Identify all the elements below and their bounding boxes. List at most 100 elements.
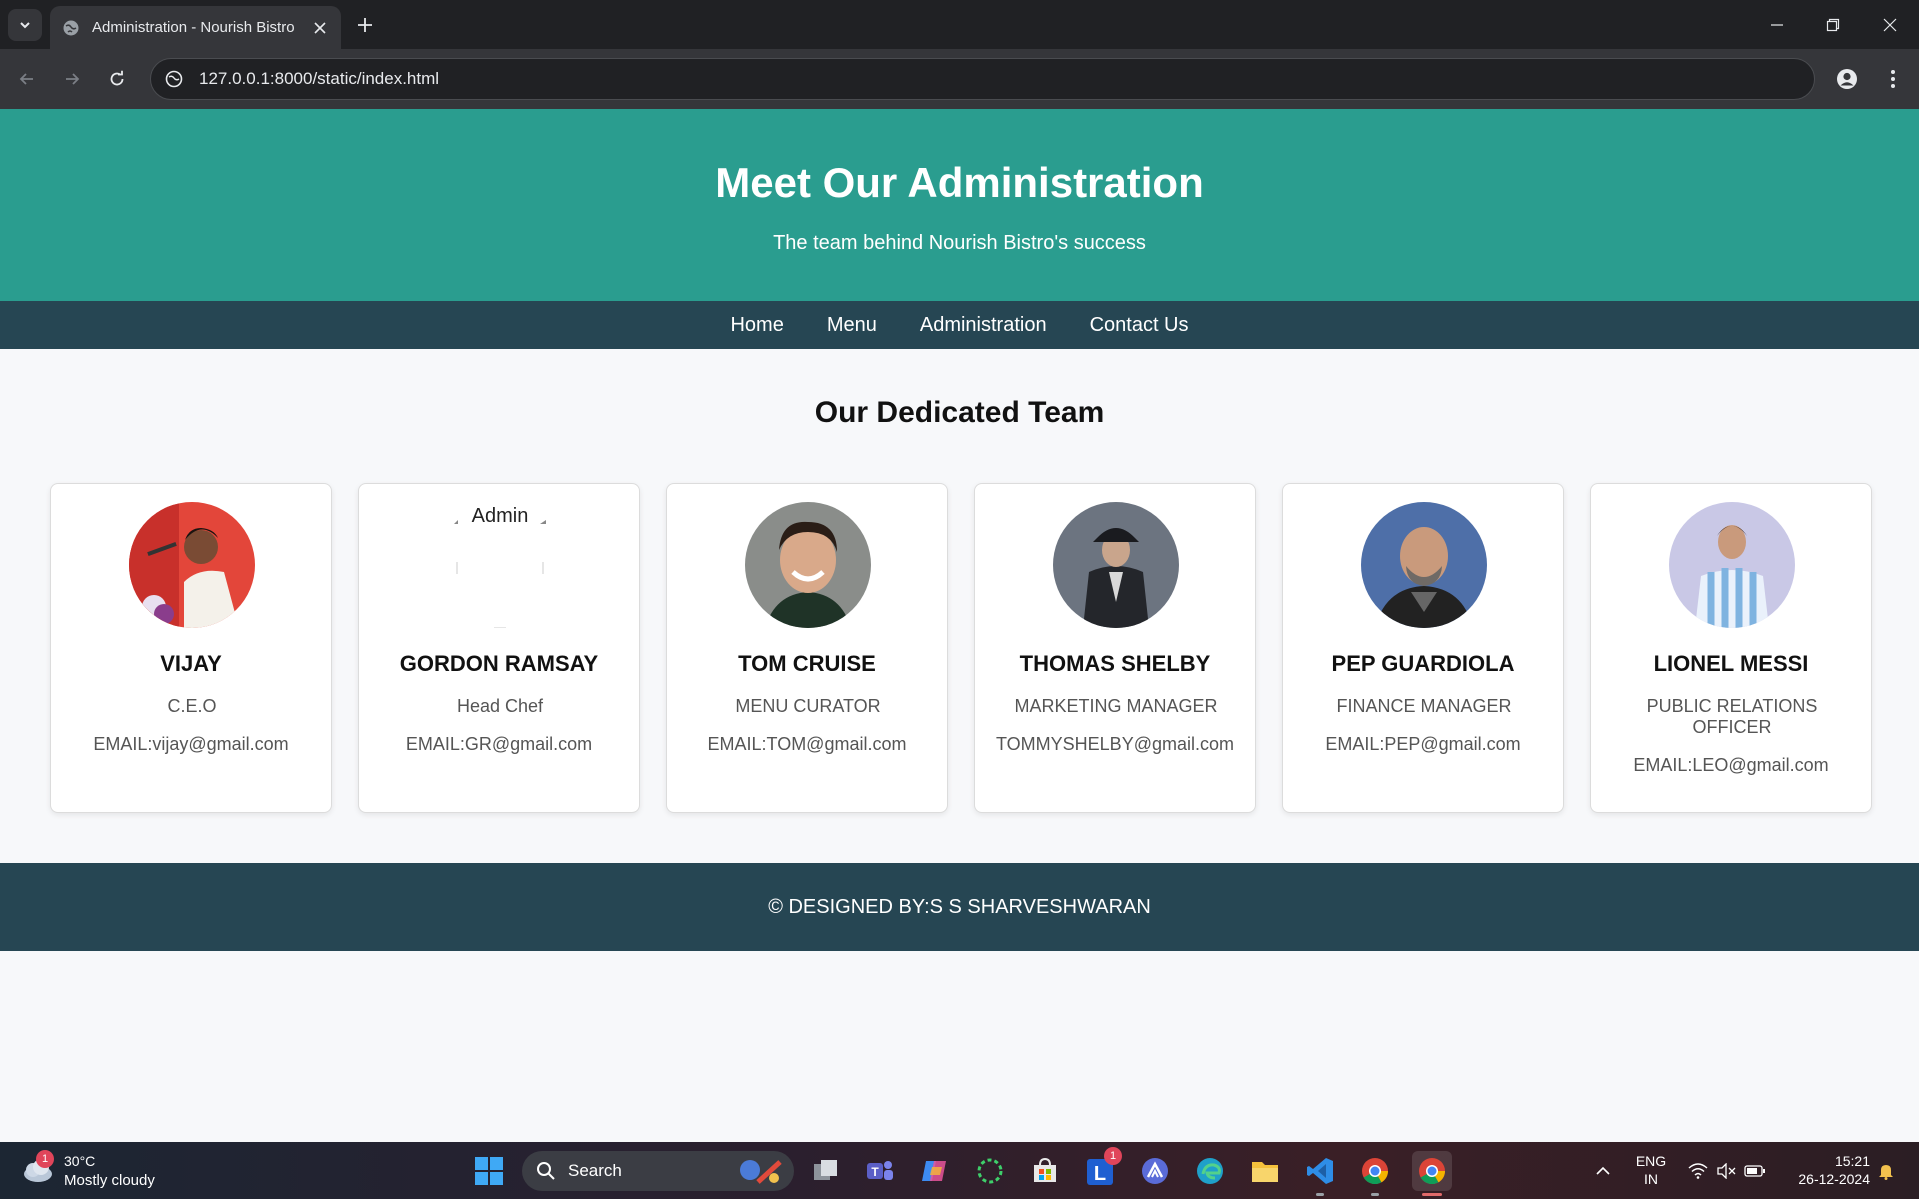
weather-widget[interactable]: 1 30°C Mostly cloudy — [20, 1150, 190, 1192]
page-subtitle: The team behind Nourish Bistro's success — [773, 232, 1146, 254]
nav-link-home[interactable]: Home — [730, 314, 783, 337]
start-button[interactable] — [471, 1153, 507, 1189]
battery-icon — [1744, 1164, 1765, 1177]
search-icon — [537, 1162, 555, 1180]
forward-button[interactable] — [56, 63, 88, 95]
browser-toolbar: 127.0.0.1:8000/static/index.html — [0, 49, 1919, 109]
member-email: EMAIL:GR@gmail.com — [405, 734, 593, 754]
chrome-app-active[interactable] — [1412, 1151, 1452, 1191]
nav-link-menu[interactable]: Menu — [827, 314, 877, 337]
notifications-button[interactable] — [1874, 1142, 1898, 1199]
page-footer: © DESIGNED BY:S S SHARVESHWARAN — [0, 863, 1919, 951]
chevron-down-icon — [20, 22, 30, 29]
member-name: THOMAS SHELBY — [1019, 651, 1211, 676]
network-status[interactable] — [1684, 1142, 1712, 1199]
search-label: Search — [568, 1161, 622, 1180]
progress-app[interactable] — [972, 1153, 1008, 1189]
search-highlight-icon — [740, 1160, 782, 1184]
new-tab-button[interactable] — [352, 12, 378, 38]
nav-link-contact-us[interactable]: Contact Us — [1090, 314, 1189, 337]
close-tab-icon[interactable] — [311, 19, 329, 37]
member-role: PUBLIC RELATIONS OFFICER — [1646, 696, 1818, 737]
profile-button[interactable] — [1832, 64, 1862, 94]
browser-tab-active[interactable]: Administration - Nourish Bistro — [50, 6, 341, 49]
main-nav: Home Menu Administration Contact Us — [0, 301, 1919, 349]
system-clock[interactable]: 15:21 26-12-2024 — [1770, 1152, 1870, 1188]
task-view-button[interactable] — [808, 1153, 844, 1189]
member-name: GORDON RAMSAY — [399, 651, 599, 676]
team-card: VIJAY C.E.O EMAIL:vijay@gmail.com — [50, 483, 332, 813]
notification-badge: 1 — [36, 1150, 54, 1168]
arrow-right-icon — [66, 73, 80, 85]
close-icon — [1883, 18, 1897, 31]
language-code: ENG — [1635, 1153, 1667, 1169]
taskbar-search[interactable]: Search — [522, 1151, 794, 1191]
microsoft-store-app[interactable] — [1027, 1153, 1063, 1189]
member-name: TOM CRUISE — [738, 651, 876, 676]
svg-text:T: T — [871, 1165, 879, 1179]
clock-time: 15:21 — [1834, 1153, 1870, 1169]
region-code: IN — [1644, 1171, 1658, 1187]
member-name: LIONEL MESSI — [1653, 651, 1809, 676]
volume-status[interactable] — [1713, 1142, 1739, 1199]
vscode-running-indicator — [1316, 1193, 1324, 1196]
a-app[interactable] — [1137, 1153, 1173, 1189]
l-app[interactable]: L 1 — [1082, 1147, 1122, 1189]
language-indicator[interactable]: ENG IN — [1626, 1152, 1676, 1188]
reload-button[interactable] — [101, 63, 133, 95]
chrome-icon — [1419, 1158, 1446, 1185]
tab-title: Administration - Nourish Bistro — [92, 19, 295, 36]
minimize-button[interactable] — [1748, 0, 1806, 49]
restore-icon — [1826, 18, 1840, 31]
team-card: PEP GUARDIOLA FINANCE MANAGER EMAIL:PEP@… — [1282, 483, 1564, 813]
chrome-active-indicator — [1422, 1193, 1442, 1196]
copilot-app[interactable] — [917, 1153, 953, 1189]
close-window-button[interactable] — [1861, 0, 1919, 49]
member-name: PEP GUARDIOLA — [1331, 651, 1515, 676]
clock-date: 26-12-2024 — [1798, 1171, 1870, 1187]
task-view-icon — [814, 1160, 837, 1180]
member-role: Head Chef — [456, 696, 544, 716]
plus-icon — [358, 18, 372, 32]
site-info-icon[interactable] — [165, 70, 183, 88]
member-email: EMAIL:vijay@gmail.com — [93, 734, 289, 754]
show-hidden-icons-button[interactable] — [1590, 1142, 1616, 1199]
svg-text:L: L — [1094, 1163, 1106, 1185]
vscode-icon — [1307, 1158, 1333, 1184]
restore-button[interactable] — [1804, 0, 1862, 49]
member-photo — [745, 502, 871, 628]
weather-temperature: 30°C — [64, 1153, 96, 1169]
reload-icon — [110, 70, 124, 86]
member-photo — [1053, 502, 1179, 628]
teams-app[interactable]: T — [862, 1153, 898, 1189]
member-photo — [1669, 502, 1795, 628]
app-notification-badge: 1 — [1104, 1147, 1122, 1165]
nav-link-administration[interactable]: Administration — [920, 314, 1047, 337]
browser-menu-button[interactable] — [1878, 64, 1908, 94]
member-role: C.E.O — [167, 696, 217, 716]
address-bar[interactable]: 127.0.0.1:8000/static/index.html — [150, 58, 1815, 100]
weather-condition: Mostly cloudy — [64, 1172, 155, 1189]
edge-browser-app[interactable] — [1192, 1153, 1228, 1189]
member-role: MENU CURATOR — [735, 696, 881, 716]
copilot-icon — [922, 1161, 946, 1181]
browser-tab-bar: Administration - Nourish Bistro — [0, 0, 1919, 49]
vscode-app[interactable] — [1302, 1153, 1338, 1189]
chevron-up-icon — [1596, 1166, 1610, 1175]
battery-status[interactable] — [1742, 1142, 1768, 1199]
wifi-icon — [1688, 1162, 1708, 1179]
member-email: EMAIL:PEP@gmail.com — [1325, 734, 1521, 754]
member-role: FINANCE MANAGER — [1336, 696, 1512, 716]
team-card: LIONEL MESSI PUBLIC RELATIONS OFFICER EM… — [1590, 483, 1872, 813]
edge-icon — [1197, 1158, 1223, 1184]
speaker-muted-icon — [1717, 1162, 1736, 1179]
file-explorer-app[interactable] — [1247, 1153, 1283, 1189]
account-icon — [1837, 69, 1857, 89]
back-button[interactable] — [11, 63, 43, 95]
taskbar: 1 30°C Mostly cloudy Search T L 1 ENG IN… — [0, 1142, 1919, 1199]
chrome-app[interactable] — [1357, 1153, 1393, 1189]
url-text[interactable]: 127.0.0.1:8000/static/index.html — [199, 69, 439, 89]
member-email: TOMMYSHELBY@gmail.com — [996, 734, 1234, 754]
minimize-icon — [1771, 23, 1783, 26]
tab-search-button[interactable] — [8, 9, 42, 41]
